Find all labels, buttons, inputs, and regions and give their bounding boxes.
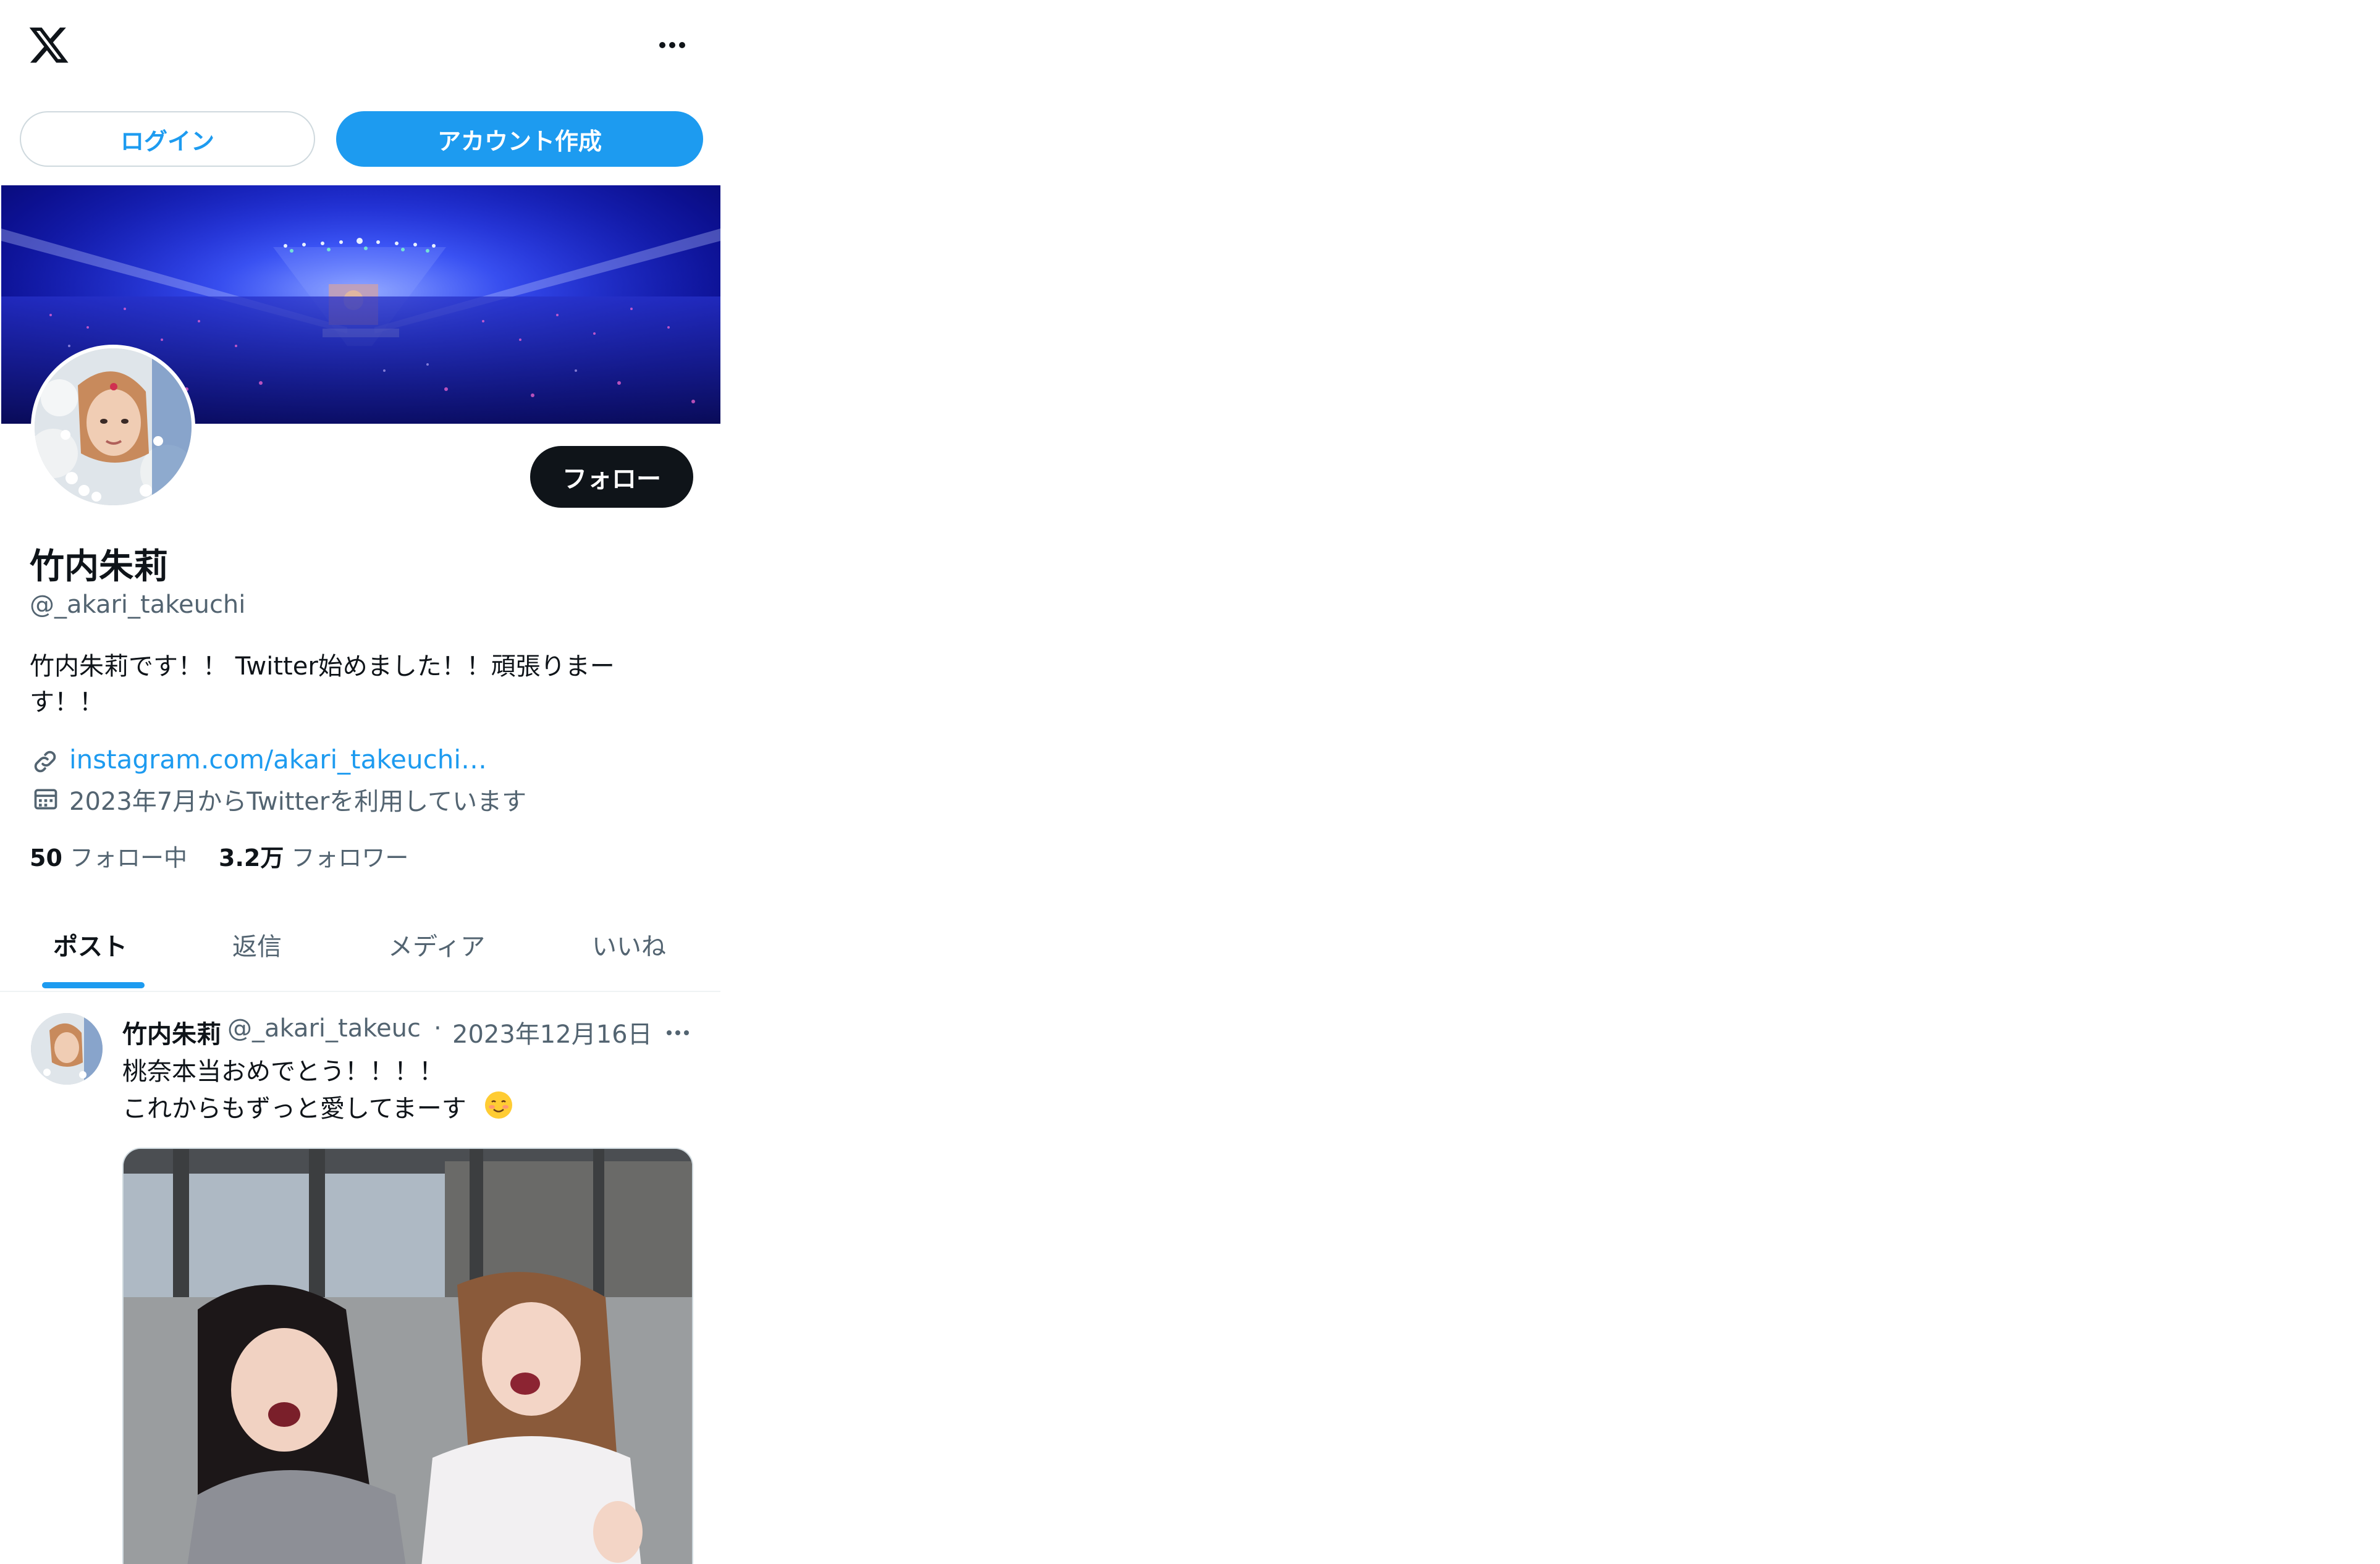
profile-bio: 竹内朱莉です！！ Twitter始めました！！頑張りまーす！！ — [30, 652, 615, 717]
tab-replies[interactable]: 返信 — [232, 927, 282, 962]
following-count-link[interactable]: 50 フォロー中 — [30, 839, 187, 873]
following-count: 50 — [30, 844, 62, 872]
tab-media[interactable]: メディア — [388, 927, 485, 962]
tabs-divider — [0, 991, 720, 992]
profile-display-name: 竹内朱莉 — [30, 547, 168, 587]
post-photo[interactable] — [122, 1148, 693, 1564]
following-label: フォロー中 — [69, 844, 187, 872]
profile-avatar[interactable] — [31, 345, 195, 509]
post-meta-separator: · — [434, 1014, 442, 1043]
x-logo-icon[interactable] — [27, 23, 70, 67]
create-account-button[interactable]: アカウント作成 — [336, 111, 703, 167]
followers-label: フォロワー — [291, 844, 409, 872]
smiling-face-with-blush-emoji-icon — [485, 1091, 512, 1119]
profile-website-link[interactable]: instagram.com/akari_takeuchi… — [69, 744, 487, 775]
active-tab-indicator — [42, 982, 145, 988]
tab-posts[interactable]: ポスト — [53, 927, 127, 962]
follow-button[interactable]: フォロー — [530, 446, 693, 508]
tab-likes[interactable]: いいね — [592, 927, 666, 962]
post-author-name[interactable]: 竹内朱莉 — [122, 1014, 221, 1050]
post-text-line: これからもずっと愛してまーす — [122, 1095, 466, 1123]
avatar-photo-illustration — [35, 348, 192, 505]
post-more-icon[interactable] — [664, 1025, 692, 1040]
link-icon — [34, 750, 56, 773]
profile-handle: @_akari_takeuchi — [30, 591, 246, 619]
post-date[interactable]: 2023年12月16日 — [452, 1014, 652, 1050]
post-text-line: 桃奈本当おめでとう！！！！ — [122, 1057, 444, 1086]
post-author-handle[interactable]: @_akari_takeuc — [227, 1014, 421, 1043]
post-author-avatar[interactable] — [31, 1013, 103, 1085]
profile-page: ログイン アカウント作成 フォロー 竹内朱莉 @_akari_takeuchi … — [0, 0, 729, 1564]
followers-count: 3.2万 — [219, 844, 284, 872]
more-horizontal-icon[interactable] — [654, 36, 691, 54]
login-button[interactable]: ログイン — [20, 111, 315, 167]
calendar-icon — [34, 789, 57, 810]
post-avatar-illustration — [31, 1013, 103, 1085]
followers-count-link[interactable]: 3.2万 フォロワー — [219, 839, 408, 873]
profile-joined-date: 2023年7月からTwitterを利用しています — [69, 788, 527, 816]
post-photo-illustration — [124, 1149, 692, 1564]
